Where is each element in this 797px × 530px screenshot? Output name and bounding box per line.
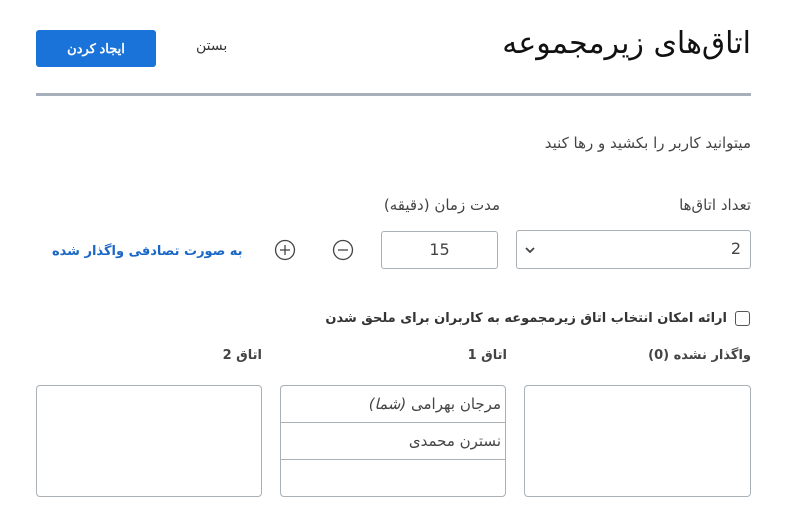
rooms-count-label: تعداد اتاق‌ها [679,196,751,214]
duration-input[interactable]: 15 [381,231,498,269]
allow-choose-label: ارائه امکان انتخاب اتاق زیرمجموعه به کار… [325,311,727,326]
plus-circle-icon[interactable] [274,239,296,261]
member-name: مرجان بهرامی [410,395,501,413]
drag-drop-hint: میتوانید کاربر را بکشید و رها کنید [544,134,751,152]
member-name: نسترن محمدی [408,432,501,450]
header-divider [36,93,751,96]
create-button[interactable]: ایجاد کردن [36,30,156,67]
random-assign-link[interactable]: به صورت تصادفی واگذار شده [52,244,243,259]
unassigned-title: واگذار نشده (0) [648,348,751,363]
unassigned-dropzone[interactable] [524,385,751,497]
room2-dropzone[interactable] [36,385,262,497]
you-tag: (شما) [368,395,407,413]
room1-title: اتاق 1 [467,348,507,363]
member-item[interactable]: مرجان بهرامی (شما) [281,386,505,423]
page-title: اتاق‌های زیرمجموعه [502,26,751,61]
room2-title: اتاق 2 [222,348,262,363]
rooms-count-select[interactable]: 2 [516,230,751,269]
member-item[interactable]: نسترن محمدی [281,423,505,460]
close-button[interactable]: بستن [196,38,227,54]
allow-choose-checkbox[interactable] [735,311,750,326]
chevron-down-icon [525,247,535,254]
minus-circle-icon[interactable] [332,239,354,261]
room1-dropzone[interactable]: مرجان بهرامی (شما) نسترن محمدی [280,385,506,497]
rooms-count-value: 2 [730,239,741,258]
duration-label: مدت زمان (دقیقه) [383,196,500,214]
